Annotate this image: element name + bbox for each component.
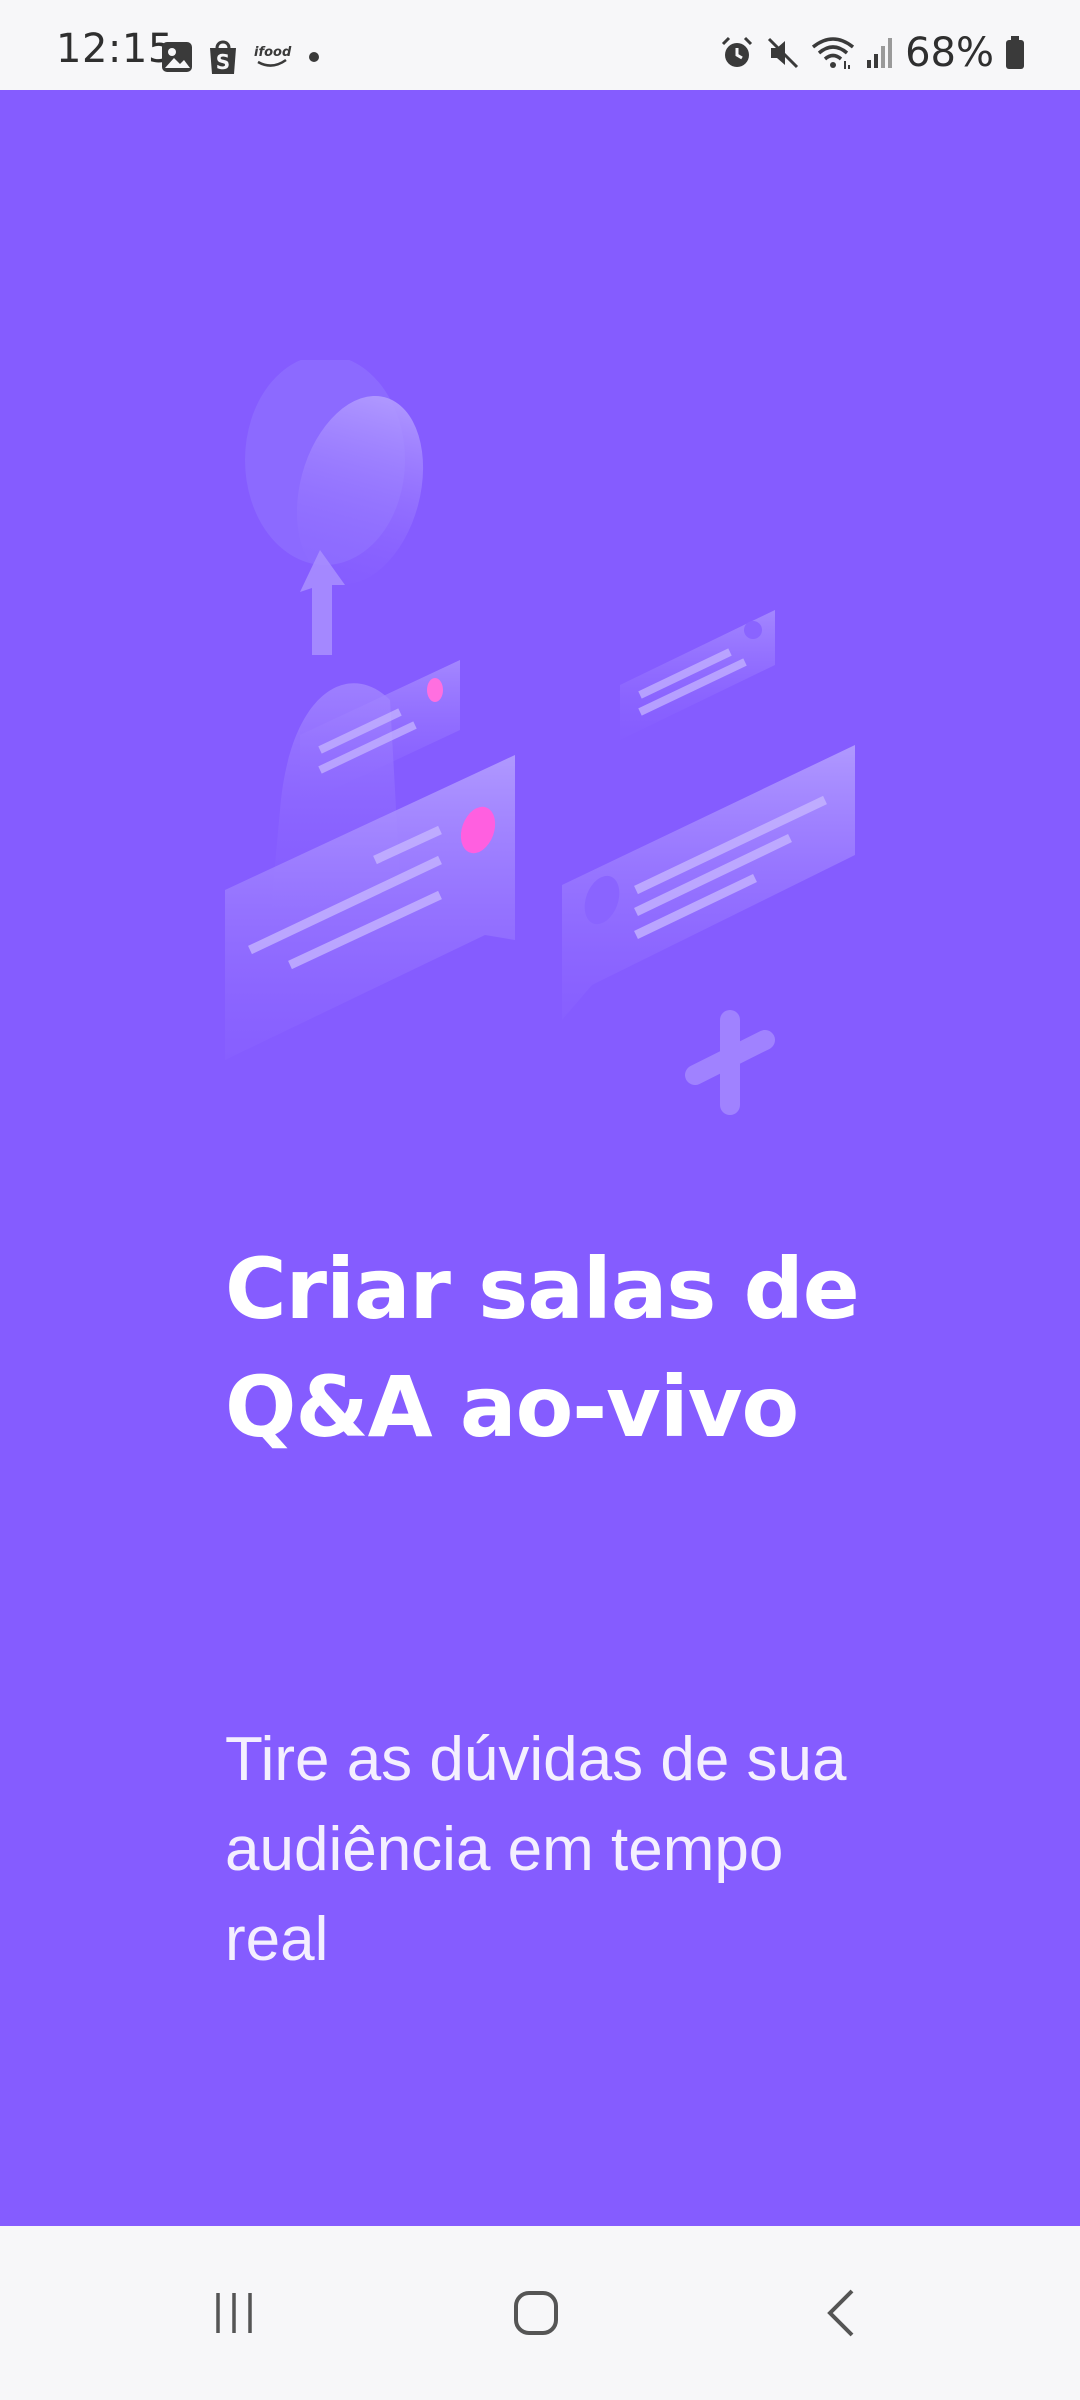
alarm-icon (722, 36, 753, 67)
back-button[interactable] (760, 2226, 920, 2400)
home-button[interactable] (456, 2226, 616, 2400)
ifood-icon: ifood (254, 45, 292, 67)
back-icon (827, 2289, 854, 2337)
battery-percent: 68% (905, 30, 994, 76)
dot-icon (309, 52, 319, 62)
gallery-icon (162, 42, 192, 72)
wifi-icon (812, 37, 855, 69)
recents-icon (216, 2293, 252, 2333)
battery-icon (1006, 36, 1024, 69)
home-icon (514, 2291, 558, 2335)
shop-icon: S (210, 40, 236, 74)
onboarding-subtitle: Tire as dúvidas de sua audiência em temp… (225, 1725, 847, 1974)
onboarding-title: Criar salas de Q&A ao-vivo (225, 1240, 860, 1456)
qa-chat-illustration (225, 360, 855, 1115)
status-time: 12:15 (56, 26, 174, 72)
signal-icon (867, 38, 893, 68)
svg-text:S: S (216, 50, 230, 74)
onboarding-panel: Criar salas de Q&A ao-vivo Tire as dúvid… (0, 90, 1080, 2226)
recents-button[interactable] (154, 2226, 314, 2400)
status-bar: 12:15 S ifood 68% (0, 0, 1080, 90)
mute-icon (768, 37, 799, 69)
notification-icons: S ifood (160, 38, 324, 76)
system-status: 68% (719, 30, 1026, 76)
svg-text:ifood: ifood (254, 45, 292, 60)
navigation-bar (0, 2226, 1080, 2400)
